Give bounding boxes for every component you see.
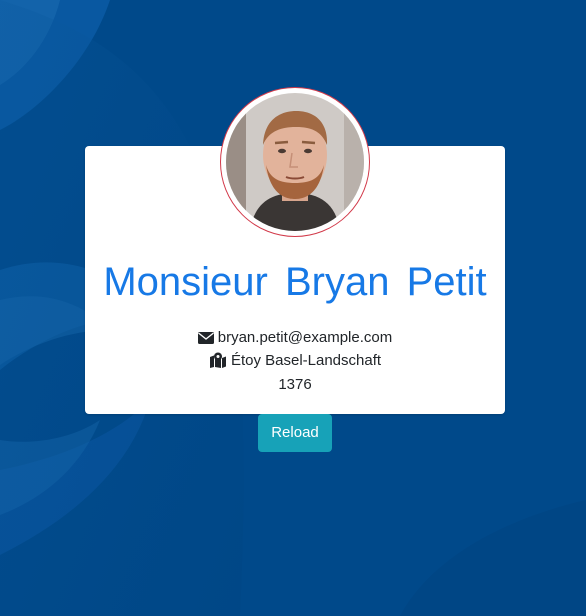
email-line: bryan.petit@example.com bbox=[85, 328, 505, 351]
avatar-photo bbox=[226, 93, 364, 231]
envelope-icon bbox=[197, 331, 214, 351]
avatar bbox=[220, 87, 370, 237]
map-marked-icon bbox=[209, 352, 227, 374]
reload-button[interactable]: Reload bbox=[258, 414, 332, 452]
profile-location: Étoy Basel-Landschaft bbox=[230, 352, 382, 369]
location-line: Étoy Basel-Landschaft bbox=[85, 351, 505, 374]
profile-name: Monsieur Bryan Petit bbox=[103, 260, 487, 304]
profile-postcode: 1376 bbox=[278, 376, 312, 393]
profile-email: bryan.petit@example.com bbox=[217, 329, 393, 346]
